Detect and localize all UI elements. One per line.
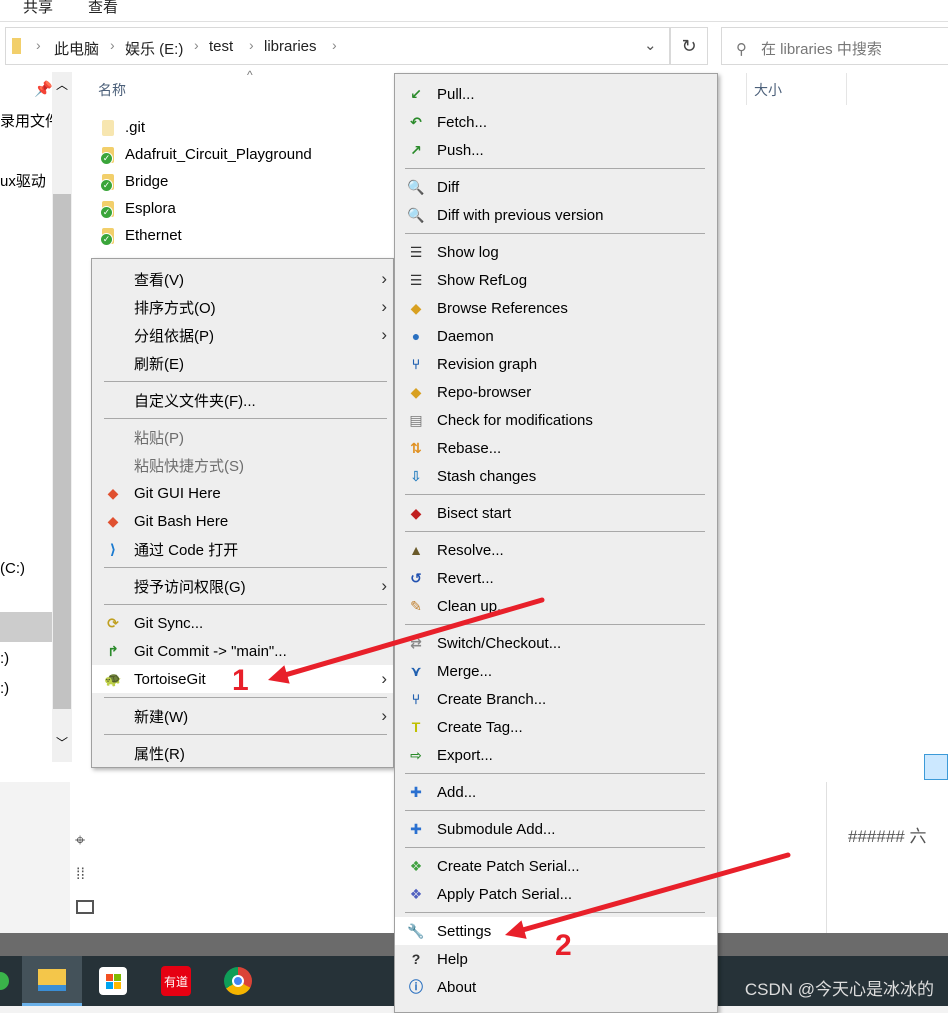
- annotation-number-1: 1: [232, 664, 249, 697]
- annotation-arrow-1: [268, 597, 545, 684]
- annotation-overlay: 1 2: [232, 597, 791, 962]
- annotation-number-2: 2: [555, 929, 572, 962]
- annotation-arrow-2: [505, 852, 791, 939]
